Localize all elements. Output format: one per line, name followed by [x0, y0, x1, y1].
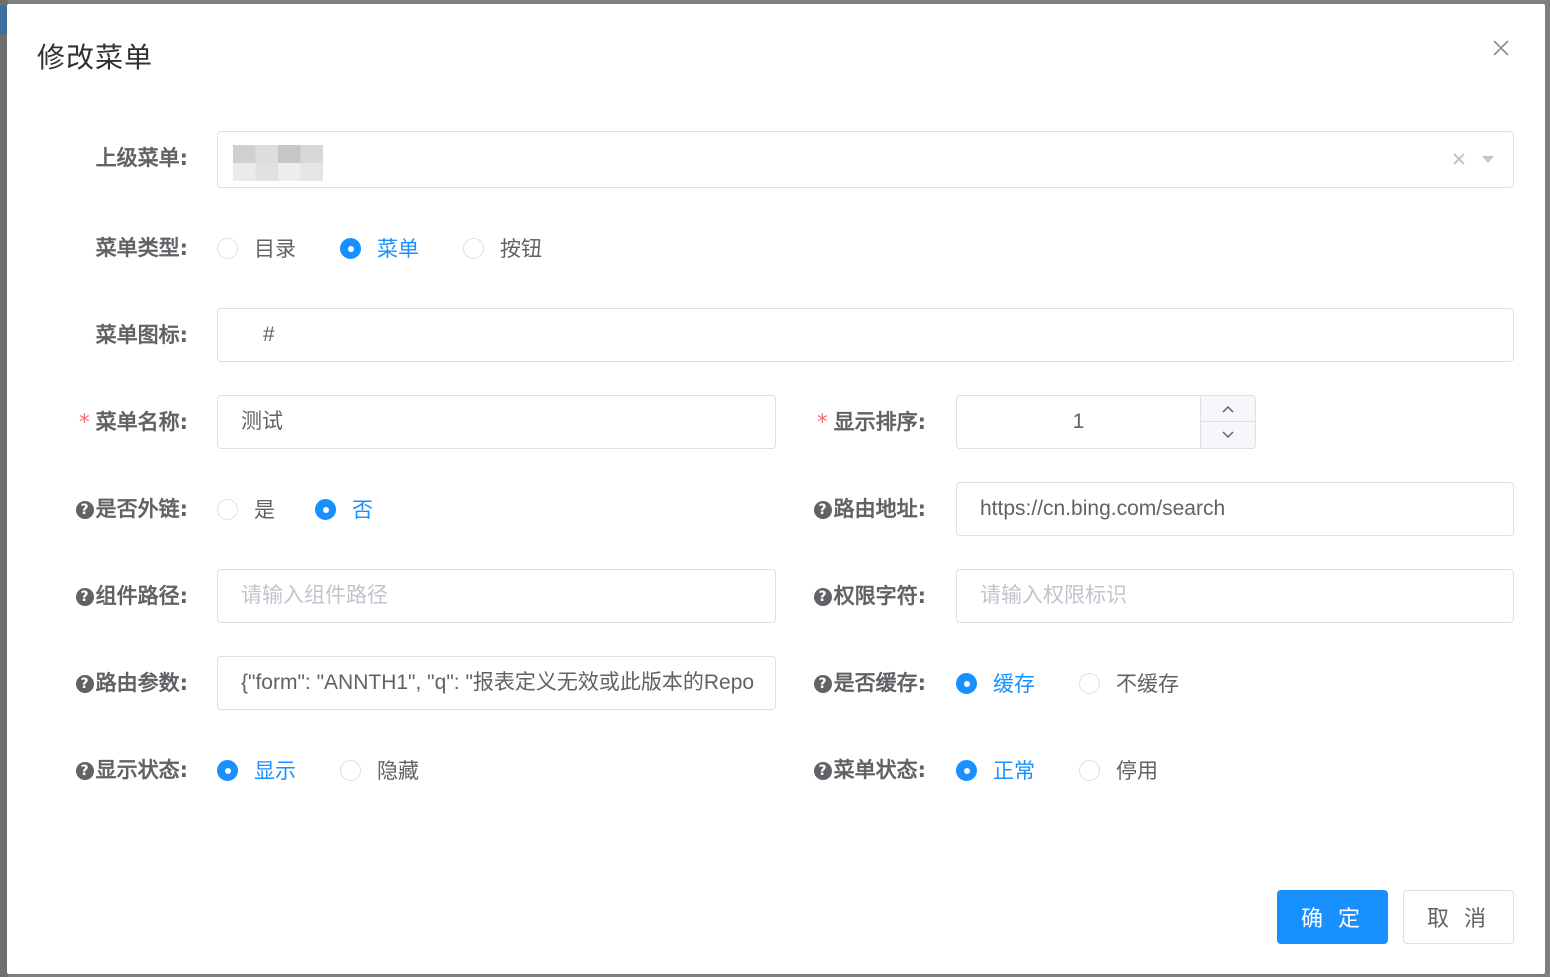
- question-circle-icon[interactable]: ?: [75, 675, 94, 693]
- required-asterisk: *: [79, 410, 90, 434]
- increase-button[interactable]: [1201, 396, 1255, 422]
- menu-type-directory-radio[interactable]: 目录: [217, 233, 296, 263]
- route-params-input[interactable]: {"form": "ANNTH1", "q": "报表定义无效或此版本的Repo: [217, 656, 776, 710]
- radio-circle: [340, 759, 361, 781]
- question-circle-icon[interactable]: ?: [75, 762, 94, 780]
- menu-type-menu-radio[interactable]: 菜单: [340, 233, 419, 263]
- radio-circle: [217, 498, 238, 520]
- required-asterisk: *: [817, 410, 828, 434]
- parent-menu-redacted-value: [233, 145, 323, 181]
- status-disabled-radio[interactable]: 停用: [1079, 755, 1158, 785]
- menu-icon-label: 菜单图标:: [95, 323, 188, 347]
- is-cache-label: ? 是否缓存:: [778, 656, 926, 710]
- menu-type-button-radio[interactable]: 按钮: [463, 233, 542, 263]
- is-external-label: ? 是否外链:: [40, 482, 188, 536]
- question-circle-icon[interactable]: ?: [813, 675, 832, 693]
- menu-name-input[interactable]: 测试: [217, 395, 776, 449]
- radio-circle: [217, 237, 238, 259]
- caret-down-icon[interactable]: [1480, 153, 1496, 165]
- radio-circle: [1079, 672, 1100, 694]
- status-label: ? 菜单状态:: [778, 743, 926, 797]
- radio-circle: [956, 672, 977, 694]
- menu-name-label: * 菜单名称:: [79, 410, 188, 434]
- perms-input[interactable]: 请输入权限标识: [956, 569, 1514, 623]
- menu-icon-input[interactable]: #: [217, 308, 1514, 362]
- question-circle-icon[interactable]: ?: [813, 588, 832, 606]
- clear-icon[interactable]: [1450, 150, 1468, 168]
- radio-circle: [1079, 759, 1100, 781]
- chevron-down-icon: [1222, 431, 1234, 439]
- cancel-button[interactable]: 取 消: [1403, 890, 1514, 944]
- radio-circle: [463, 237, 484, 259]
- route-params-label: ? 路由参数:: [40, 656, 188, 710]
- status-normal-radio[interactable]: 正常: [956, 755, 1035, 785]
- perms-label: ? 权限字符:: [778, 569, 926, 623]
- question-circle-icon[interactable]: ?: [75, 588, 94, 606]
- is-external-no-radio[interactable]: 否: [315, 494, 373, 524]
- is-external-radio-group: 是 否: [217, 482, 417, 536]
- menu-type-label: 菜单类型:: [95, 236, 188, 260]
- radio-circle: [315, 498, 336, 520]
- sort-order-stepper: [1200, 396, 1255, 448]
- close-icon[interactable]: [1487, 34, 1515, 62]
- radio-circle: [340, 237, 361, 259]
- parent-menu-label: 上级菜单:: [95, 146, 188, 170]
- confirm-button[interactable]: 确 定: [1277, 890, 1388, 944]
- visible-hide-radio[interactable]: 隐藏: [340, 755, 419, 785]
- radio-circle: [217, 759, 238, 781]
- menu-type-radio-group: 目录 菜单 按钮: [217, 221, 586, 275]
- route-path-input[interactable]: https://cn.bing.com/search: [956, 482, 1514, 536]
- decrease-button[interactable]: [1201, 422, 1255, 448]
- parent-menu-select[interactable]: [217, 131, 1514, 188]
- visible-radio-group: 显示 隐藏: [217, 743, 463, 797]
- dialog-title: 修改菜单: [37, 41, 154, 74]
- component-path-input[interactable]: 请输入组件路径: [217, 569, 776, 623]
- is-cache-radio-group: 缓存 不缓存: [956, 656, 1223, 710]
- route-path-label: ? 路由地址:: [778, 482, 926, 536]
- status-radio-group: 正常 停用: [956, 743, 1202, 797]
- is-cache-yes-radio[interactable]: 缓存: [956, 668, 1035, 698]
- is-cache-no-radio[interactable]: 不缓存: [1079, 668, 1179, 698]
- component-path-label: ? 组件路径:: [40, 569, 188, 623]
- visible-show-radio[interactable]: 显示: [217, 755, 296, 785]
- question-circle-icon[interactable]: ?: [813, 501, 832, 519]
- question-circle-icon[interactable]: ?: [75, 501, 94, 519]
- chevron-up-icon: [1222, 405, 1234, 413]
- sort-order-label: * 显示排序:: [817, 410, 926, 434]
- visible-label: ? 显示状态:: [40, 743, 188, 797]
- is-external-yes-radio[interactable]: 是: [217, 494, 275, 524]
- question-circle-icon[interactable]: ?: [813, 762, 832, 780]
- radio-circle: [956, 759, 977, 781]
